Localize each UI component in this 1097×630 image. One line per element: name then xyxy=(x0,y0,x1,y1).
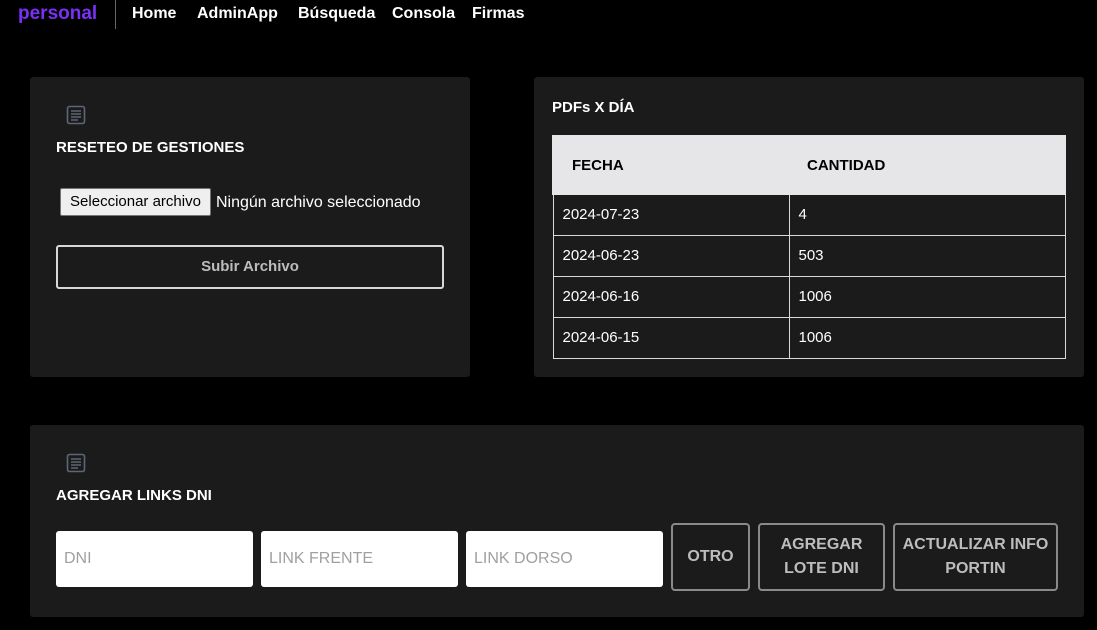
table-row: 2024-06-16 1006 xyxy=(552,275,1066,318)
table-row: 2024-06-23 503 xyxy=(552,234,1066,277)
links-card-title: AGREGAR LINKS DNI xyxy=(56,487,212,504)
table-header-row: FECHA CANTIDAD xyxy=(552,135,1066,195)
nav-link-busqueda[interactable]: Búsqueda xyxy=(298,5,375,23)
cell-date: 2024-06-16 xyxy=(552,275,790,318)
cell-date: 2024-07-23 xyxy=(552,193,790,236)
cell-date: 2024-06-15 xyxy=(552,316,790,359)
cell-count: 4 xyxy=(788,193,1066,236)
table-row: 2024-06-15 1006 xyxy=(552,316,1066,359)
link-back-input[interactable]: LINK DORSO xyxy=(466,531,663,587)
cell-count: 1006 xyxy=(788,316,1066,359)
update-button-line1: ACTUALIZAR INFO xyxy=(902,536,1049,553)
other-button-label: OTRO xyxy=(687,548,734,565)
upload-file-button[interactable]: Subir Archivo xyxy=(56,245,444,289)
other-button[interactable]: OTRO xyxy=(671,523,750,591)
nav-link-consola[interactable]: Consola xyxy=(392,5,455,23)
file-status-text: Ningún archivo seleccionado xyxy=(216,194,421,211)
top-navbar: personal Home AdminApp Búsqueda Consola … xyxy=(0,0,1097,30)
nav-link-adminapp[interactable]: AdminApp xyxy=(197,5,278,23)
header-fecha: FECHA xyxy=(552,135,790,195)
pdfs-per-day-card: PDFs X DÍA FECHA CANTIDAD 2024-07-23 4 2… xyxy=(534,77,1084,377)
nav-divider xyxy=(115,0,116,29)
reset-card: RESETEO DE GESTIONES Seleccionar archivo… xyxy=(30,77,470,377)
cell-date: 2024-06-23 xyxy=(552,234,790,277)
pdfs-card-title: PDFs X DÍA xyxy=(552,99,635,116)
reset-card-title: RESETEO DE GESTIONES xyxy=(56,139,245,156)
brand-logo[interactable]: personal xyxy=(18,3,97,25)
batch-button-line2: LOTE DNI xyxy=(784,560,859,577)
add-dni-links-card: AGREGAR LINKS DNI DNI LINK FRENTE LINK D… xyxy=(30,425,1084,617)
cell-count: 503 xyxy=(788,234,1066,277)
add-batch-dni-button[interactable]: AGREGAR LOTE DNI xyxy=(758,523,885,591)
select-file-button[interactable]: Seleccionar archivo xyxy=(60,188,211,216)
update-portin-info-button[interactable]: ACTUALIZAR INFO PORTIN xyxy=(893,523,1058,591)
pdfs-table: FECHA CANTIDAD 2024-07-23 4 2024-06-23 5… xyxy=(552,135,1066,359)
update-button-line2: PORTIN xyxy=(945,560,1006,577)
table-row: 2024-07-23 4 xyxy=(552,193,1066,236)
link-front-input[interactable]: LINK FRENTE xyxy=(261,531,458,587)
cell-count: 1006 xyxy=(788,275,1066,318)
document-lines-icon xyxy=(66,453,86,473)
nav-link-home[interactable]: Home xyxy=(132,5,176,23)
nav-link-firmas[interactable]: Firmas xyxy=(472,5,524,23)
header-cantidad: CANTIDAD xyxy=(788,135,1066,195)
batch-button-line1: AGREGAR xyxy=(780,536,863,553)
document-lines-icon xyxy=(66,105,86,125)
dni-input[interactable]: DNI xyxy=(56,531,253,587)
